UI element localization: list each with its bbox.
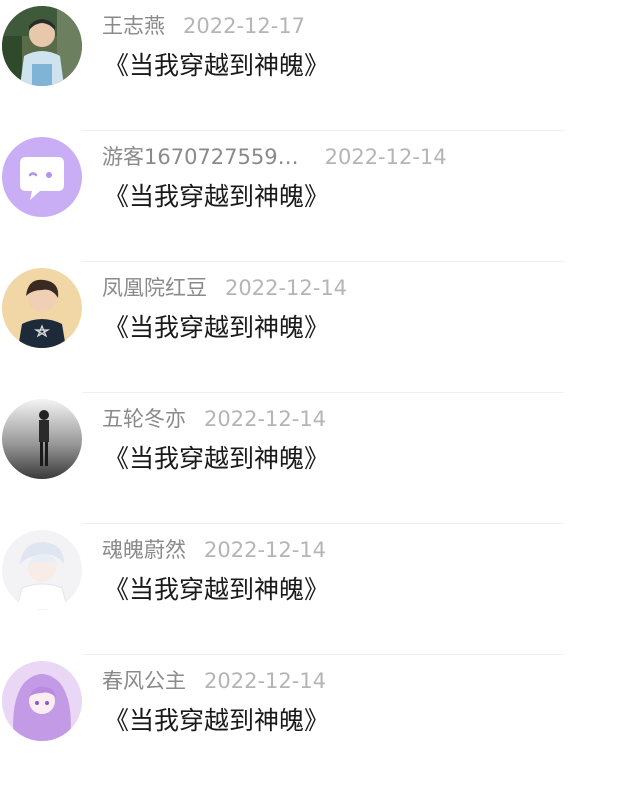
comment-item[interactable]: 春风公主 2022-12-14 《当我穿越到神魄》 [0,655,640,786]
comment-item[interactable]: 王志燕 2022-12-17 《当我穿越到神魄》 [0,0,640,131]
comment-text: 《当我穿越到神魄》 [104,51,330,80]
comment-list: 王志燕 2022-12-17 《当我穿越到神魄》 游客1670727559… 202… [0,0,640,742]
username[interactable]: 五轮冬亦 [102,407,186,431]
comment-meta: 魂魄蔚然 2022-12-14 [102,536,326,564]
comment-meta: 凤凰院红豆 2022-12-14 [102,274,347,302]
comment-date: 2022-12-14 [204,669,327,693]
username[interactable]: 春风公主 [102,669,186,693]
anime-girl-purple-avatar[interactable] [2,661,82,741]
username[interactable]: 凤凰院红豆 [102,276,207,300]
username[interactable]: 王志燕 [102,14,165,38]
comment-item[interactable]: 游客1670727559… 2022-12-14 《当我穿越到神魄》 [0,131,640,262]
man-silhouette-avatar[interactable] [2,399,82,479]
comment-meta: 王志燕 2022-12-17 [102,12,305,40]
comment-meta: 春风公主 2022-12-14 [102,667,326,695]
comment-text: 《当我穿越到神魄》 [104,575,330,604]
username[interactable]: 魂魄蔚然 [102,538,186,562]
comment-item[interactable]: 凤凰院红豆 2022-12-14 《当我穿越到神魄》 [0,262,640,393]
comment-text: 《当我穿越到神魄》 [104,444,330,473]
comment-text: 《当我穿越到神魄》 [104,706,330,735]
comment-date: 2022-12-14 [225,276,348,300]
comment-meta: 游客1670727559… 2022-12-14 [102,143,447,171]
username[interactable]: 游客1670727559… [102,145,299,169]
comment-date: 2022-12-17 [183,14,306,38]
purple-chat-bubble-avatar[interactable] [2,137,82,217]
boy-star-shirt-avatar[interactable] [2,268,82,348]
comment-item[interactable]: 五轮冬亦 2022-12-14 《当我穿越到神魄》 [0,393,640,524]
comment-date: 2022-12-14 [204,407,327,431]
anime-boy-avatar[interactable] [2,530,82,610]
comment-text: 《当我穿越到神魄》 [104,182,330,211]
comment-date: 2022-12-14 [204,538,327,562]
comment-date: 2022-12-14 [324,145,447,169]
comment-item[interactable]: 魂魄蔚然 2022-12-14 《当我穿越到神魄》 [0,524,640,655]
comment-text: 《当我穿越到神魄》 [104,313,330,342]
boy-photo-avatar[interactable] [2,6,82,86]
comment-meta: 五轮冬亦 2022-12-14 [102,405,326,433]
